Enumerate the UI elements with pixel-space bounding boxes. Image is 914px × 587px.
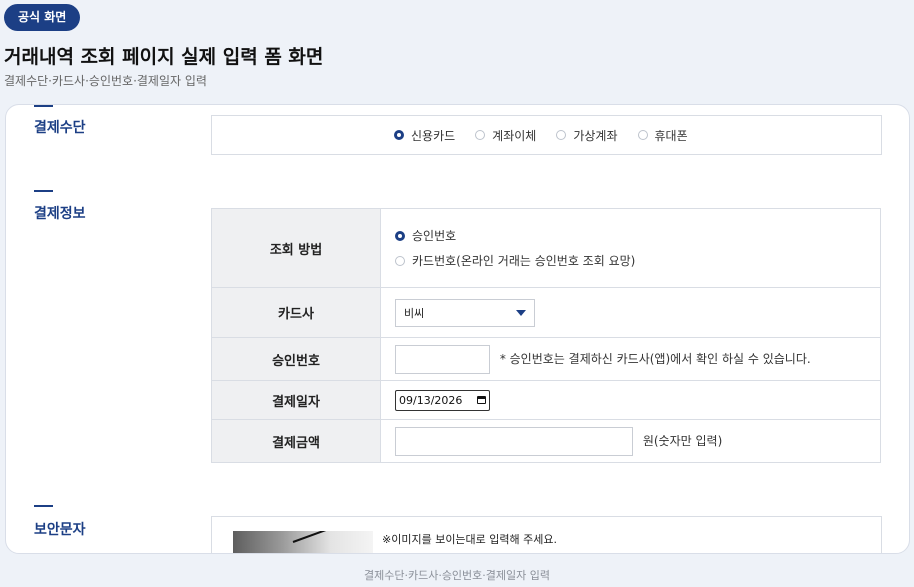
lookup-option-approval-number[interactable]: 승인번호 — [395, 223, 866, 248]
table-row: 결제일자 09/13/2026 — [211, 380, 881, 420]
payment-option-mobile[interactable]: 휴대폰 — [637, 127, 688, 144]
row-label-lookup-method: 조회 방법 — [211, 208, 381, 288]
radio-icon[interactable] — [556, 130, 567, 140]
section-marker — [34, 105, 53, 107]
page-subtitle: 결제수단·카드사·승인번호·결제일자 입력 — [4, 74, 207, 88]
payment-amount-note: 원(숫자만 입력) — [642, 433, 723, 448]
row-label-payment-date: 결제일자 — [211, 380, 381, 420]
captcha-noise-line — [292, 531, 369, 543]
security-code-box: ※이미지를 보이는대로 입력해 주세요. — [211, 516, 882, 553]
lookup-option-label: 승인번호 — [412, 229, 457, 243]
payment-amount-cell: 원(숫자만 입력) — [380, 419, 881, 463]
calendar-icon[interactable] — [477, 396, 486, 404]
card-company-select[interactable]: 비씨 — [395, 298, 535, 327]
page-title: 거래내역 조회 페이지 실제 입력 폼 화면 — [4, 46, 324, 68]
payment-option-label: 가상계좌 — [573, 128, 618, 143]
payment-option-label: 신용카드 — [411, 128, 456, 143]
section-label-payment-info: 결제정보 — [34, 206, 86, 222]
payment-method-box: 신용카드 계좌이체 가상계좌 휴대폰 — [211, 115, 882, 155]
row-label-approval-number: 승인번호 — [211, 337, 381, 381]
radio-selected-icon[interactable] — [395, 230, 405, 241]
table-row: 조회 방법 승인번호 카드번호(온라인 거래는 승인번호 조회 요망) — [211, 208, 881, 288]
payment-option-virtual-account[interactable]: 가상계좌 — [556, 127, 618, 144]
captcha-image — [233, 531, 373, 553]
table-row: 카드사 비씨 — [211, 287, 881, 338]
payment-option-bank-transfer[interactable]: 계좌이체 — [475, 127, 536, 144]
payment-date-cell: 09/13/2026 — [380, 380, 881, 420]
lookup-option-label: 카드번호(온라인 거래는 승인번호 조회 요망) — [412, 254, 636, 268]
footer-caption: 결제수단·카드사·승인번호·결제일자 입력 — [363, 569, 551, 582]
captcha-instruction: ※이미지를 보이는대로 입력해 주세요. — [382, 533, 558, 546]
lookup-option-card-number[interactable]: 카드번호(온라인 거래는 승인번호 조회 요망) — [395, 248, 866, 273]
row-label-payment-amount: 결제금액 — [211, 419, 381, 463]
radio-icon[interactable] — [475, 130, 486, 140]
row-label-card-company: 카드사 — [211, 287, 381, 338]
payment-date-value: 09/13/2026 — [399, 393, 463, 407]
payment-info-table: 조회 방법 승인번호 카드번호(온라인 거래는 승인번호 조회 요망) 카드사 … — [211, 208, 881, 463]
radio-selected-icon[interactable] — [394, 130, 404, 140]
card-company-cell: 비씨 — [380, 287, 881, 338]
payment-amount-input[interactable] — [395, 426, 633, 456]
payment-option-label: 휴대폰 — [654, 128, 688, 143]
section-marker — [34, 190, 53, 192]
form-card: 결제수단 신용카드 계좌이체 가상계좌 휴대폰 결제정보 조회 방법 승인번호 … — [5, 104, 910, 554]
section-label-payment-method: 결제수단 — [34, 120, 86, 136]
payment-date-input[interactable]: 09/13/2026 — [395, 389, 490, 411]
card-company-value: 비씨 — [404, 306, 425, 320]
lookup-method-cell: 승인번호 카드번호(온라인 거래는 승인번호 조회 요망) — [380, 208, 881, 288]
radio-icon[interactable] — [637, 130, 648, 140]
section-label-security: 보안문자 — [34, 522, 86, 538]
approval-number-cell: * 승인번호는 결제하신 카드사(앱)에서 확인 하실 수 있습니다. — [380, 337, 881, 381]
table-row: 승인번호 * 승인번호는 결제하신 카드사(앱)에서 확인 하실 수 있습니다. — [211, 337, 881, 381]
payment-method-options: 신용카드 계좌이체 가상계좌 휴대폰 — [394, 116, 708, 154]
official-screen-badge: 공식 화면 — [4, 4, 81, 31]
chevron-down-icon — [516, 309, 526, 316]
radio-icon[interactable] — [395, 255, 405, 266]
section-marker — [34, 505, 53, 507]
payment-option-label: 계좌이체 — [492, 128, 537, 143]
approval-number-input[interactable] — [395, 344, 490, 374]
payment-option-credit-card[interactable]: 신용카드 — [394, 127, 455, 144]
table-row: 결제금액 원(숫자만 입력) — [211, 419, 881, 463]
approval-number-note: * 승인번호는 결제하신 카드사(앱)에서 확인 하실 수 있습니다. — [499, 351, 811, 366]
